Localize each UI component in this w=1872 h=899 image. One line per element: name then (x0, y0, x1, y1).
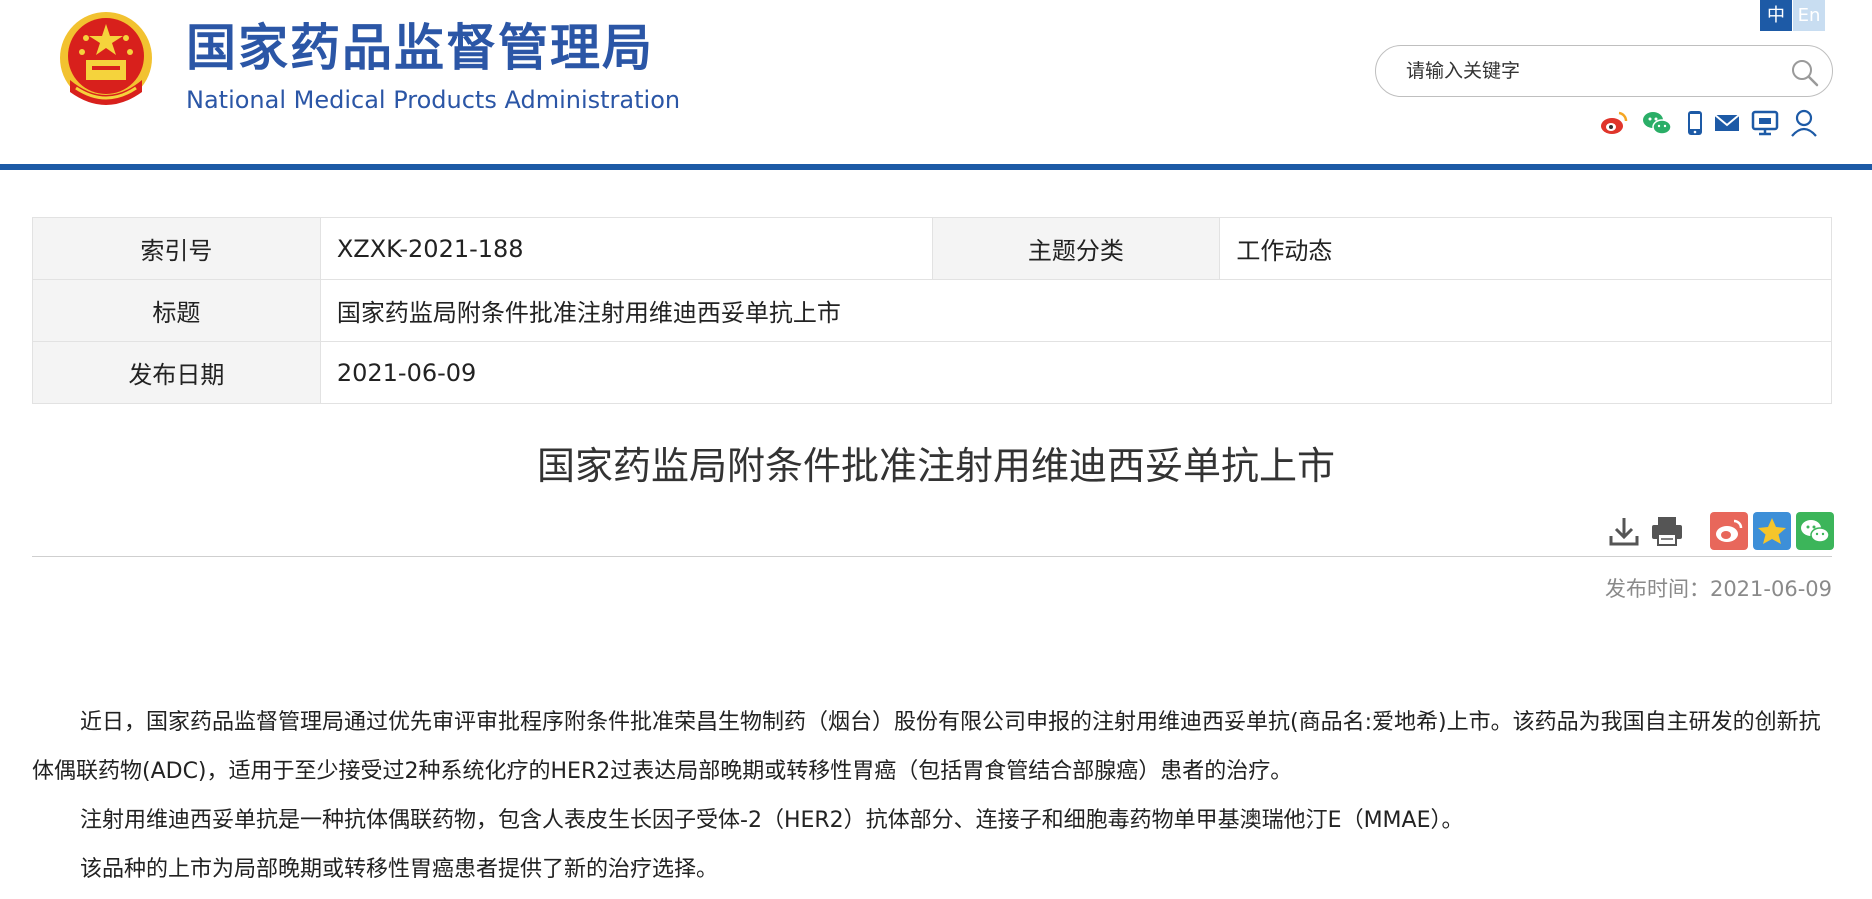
share-wechat-icon[interactable] (1796, 512, 1834, 550)
title-divider (32, 556, 1832, 557)
publish-time: 发布时间：2021-06-09 (1604, 577, 1832, 601)
mail-icon[interactable] (1712, 108, 1742, 138)
lang-chinese-button[interactable]: 中 (1760, 0, 1792, 31)
article-title: 国家药监局附条件批准注射用维迪西妥单抗上市 (536, 444, 1335, 488)
article-paragraph: 该品种的上市为局部晚期或转移性胃癌患者提供了新的治疗选择。 (80, 857, 719, 882)
article-paragraph: 注射用维迪西妥单抗是一种抗体偶联药物，包含人表皮生长因子受体-2（HER2）抗体… (80, 808, 1464, 833)
wechat-icon[interactable] (1642, 108, 1672, 138)
article-paragraph: 近日，国家药品监督管理局通过优先审评审批程序附条件批准荣昌生物制药（烟台）股份有… (32, 710, 1821, 784)
print-icon[interactable] (1648, 512, 1686, 550)
mobile-icon[interactable] (1680, 108, 1710, 138)
category-label: 主题分类 (931, 217, 1221, 280)
article-body: 近日，国家药品监督管理局通过优先审评审批程序附条件批准荣昌生物制药（烟台）股份有… (32, 698, 1832, 894)
article-info-table: 索引号 XZXK-2021-188 主题分类 工作动态 标题 国家药监局附条件批… (32, 217, 1833, 404)
national-emblem-icon[interactable] (56, 8, 156, 114)
header-divider-bar (0, 164, 1872, 170)
site-title-en[interactable]: National Medical Products Administration (186, 86, 680, 114)
favorite-star-icon[interactable] (1753, 512, 1791, 550)
date-label: 发布日期 (32, 341, 321, 404)
share-weibo-icon[interactable] (1710, 512, 1748, 550)
category-value: 工作动态 (1219, 217, 1832, 280)
lang-english-button[interactable]: En (1793, 0, 1825, 31)
search-icon[interactable] (1790, 58, 1820, 88)
table-row: 发布日期 2021-06-09 (32, 341, 1833, 404)
user-icon[interactable] (1789, 108, 1819, 138)
title-value: 国家药监局附条件批准注射用维迪西妥单抗上市 (319, 279, 1833, 342)
download-icon[interactable] (1605, 512, 1643, 550)
site-title-cn[interactable]: 国家药品监督管理局 (186, 20, 654, 76)
search-box (1375, 45, 1833, 97)
index-label: 索引号 (32, 217, 321, 280)
weibo-icon[interactable] (1599, 108, 1629, 138)
site-header: 国家药品监督管理局 National Medical Products Admi… (0, 0, 1872, 165)
table-row: 索引号 XZXK-2021-188 主题分类 工作动态 (32, 217, 1832, 280)
index-value: XZXK-2021-188 (319, 217, 933, 280)
title-label: 标题 (32, 279, 321, 342)
search-input[interactable] (1406, 56, 1766, 86)
table-row: 标题 国家药监局附条件批准注射用维迪西妥单抗上市 (32, 279, 1833, 342)
monitor-icon[interactable] (1750, 108, 1780, 138)
date-value: 2021-06-09 (319, 341, 1833, 404)
